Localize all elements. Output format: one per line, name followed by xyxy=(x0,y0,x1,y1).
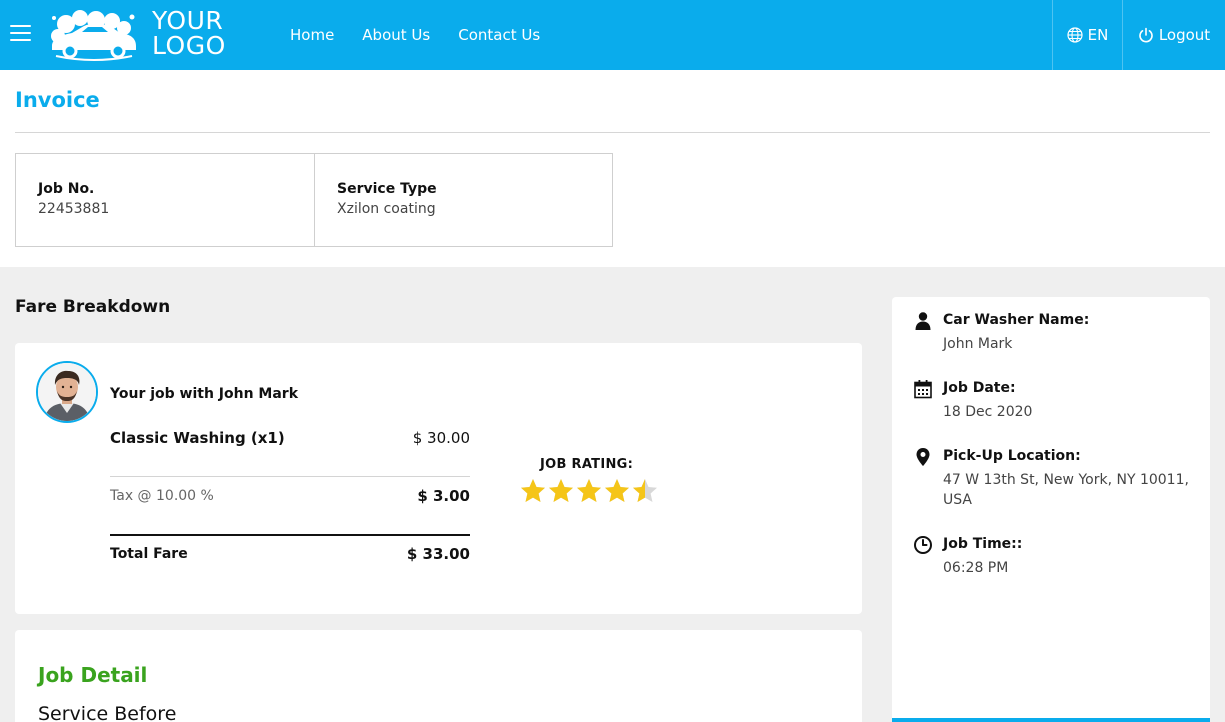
total-amount: $ 33.00 xyxy=(406,545,470,563)
avatar xyxy=(36,361,98,423)
job-detail-card: Job Detail Service Before xyxy=(15,630,862,722)
service-before-heading: Service Before xyxy=(38,703,177,722)
star-icon xyxy=(633,479,657,502)
job-no-value: 22453881 xyxy=(38,201,110,217)
job-date-value: 18 Dec 2020 xyxy=(943,404,1033,420)
star-icon xyxy=(521,479,545,502)
job-rating-label: JOB RATING: xyxy=(540,457,634,472)
star-icon xyxy=(549,479,573,502)
job-time-label: Job Time:: xyxy=(943,536,1023,552)
job-with-text: Your job with John Mark xyxy=(110,386,299,402)
page-title: Invoice xyxy=(15,88,100,112)
washer-name-label: Car Washer Name: xyxy=(943,312,1090,328)
job-time-value: 06:28 PM xyxy=(943,560,1009,576)
calendar-icon xyxy=(914,380,932,399)
fare-total-row: Total Fare $ 33.00 xyxy=(110,545,470,563)
item-label: Classic Washing (x1) xyxy=(110,429,285,447)
nav-about-us[interactable]: About Us xyxy=(362,26,430,44)
title-divider xyxy=(15,132,1210,133)
washer-name-value: John Mark xyxy=(943,336,1013,352)
fare-divider xyxy=(110,476,470,477)
language-button[interactable]: EN xyxy=(1052,0,1122,70)
pickup-location-label: Pick-Up Location: xyxy=(943,448,1081,464)
hamburger-menu-icon[interactable] xyxy=(10,25,31,43)
job-detail-title: Job Detail xyxy=(38,663,148,687)
card-accent-bar xyxy=(892,718,1210,722)
service-type-label: Service Type xyxy=(337,181,437,197)
job-date-label: Job Date: xyxy=(943,380,1016,396)
language-label: EN xyxy=(1087,26,1109,44)
logo-line-1: YOUR xyxy=(152,6,224,35)
clock-icon xyxy=(914,536,932,554)
top-navbar: YOUR LOGO Home About Us Contact Us EN Lo… xyxy=(0,0,1225,70)
header-actions: EN Logout xyxy=(1052,0,1225,70)
total-divider xyxy=(110,534,470,536)
map-pin-icon xyxy=(916,448,930,466)
logo-text[interactable]: YOUR LOGO xyxy=(152,8,226,58)
fare-breakdown-heading: Fare Breakdown xyxy=(15,297,171,317)
fare-card: Your job with John Mark Classic Washing … xyxy=(15,343,862,614)
tax-label: Tax @ 10.00 % xyxy=(110,488,214,504)
nav-contact-us[interactable]: Contact Us xyxy=(458,26,540,44)
globe-icon xyxy=(1067,27,1083,43)
user-icon xyxy=(915,312,931,330)
fare-line-item: Classic Washing (x1) $ 30.00 xyxy=(110,429,470,447)
logout-button[interactable]: Logout xyxy=(1122,0,1225,70)
tax-amount: $ 3.00 xyxy=(417,487,470,505)
fare-tax-row: Tax @ 10.00 % $ 3.00 xyxy=(110,487,470,505)
pickup-location-value: 47 W 13th St, New York, NY 10011, USA xyxy=(943,472,1189,508)
total-label: Total Fare xyxy=(110,546,188,562)
star-icon xyxy=(605,479,629,502)
service-type-cell: Service Type Xzilon coating xyxy=(314,154,612,246)
car-wash-logo-icon[interactable] xyxy=(46,8,140,62)
job-summary-card: Car Washer Name: John Mark Job Date: 18 … xyxy=(892,297,1210,722)
washer-portrait xyxy=(38,363,96,421)
main-nav: Home About Us Contact Us xyxy=(290,0,568,70)
logout-label: Logout xyxy=(1158,26,1211,44)
job-no-label: Job No. xyxy=(38,181,95,197)
job-rating-stars xyxy=(519,477,659,505)
power-icon xyxy=(1139,27,1153,43)
logo-line-2: LOGO xyxy=(152,31,226,60)
job-info-box: Job No. 22453881 Service Type Xzilon coa… xyxy=(15,153,613,247)
service-type-value: Xzilon coating xyxy=(337,201,436,217)
job-no-cell: Job No. 22453881 xyxy=(16,154,314,246)
star-icon xyxy=(577,479,601,502)
nav-home[interactable]: Home xyxy=(290,26,334,44)
item-amount: $ 30.00 xyxy=(412,429,470,447)
